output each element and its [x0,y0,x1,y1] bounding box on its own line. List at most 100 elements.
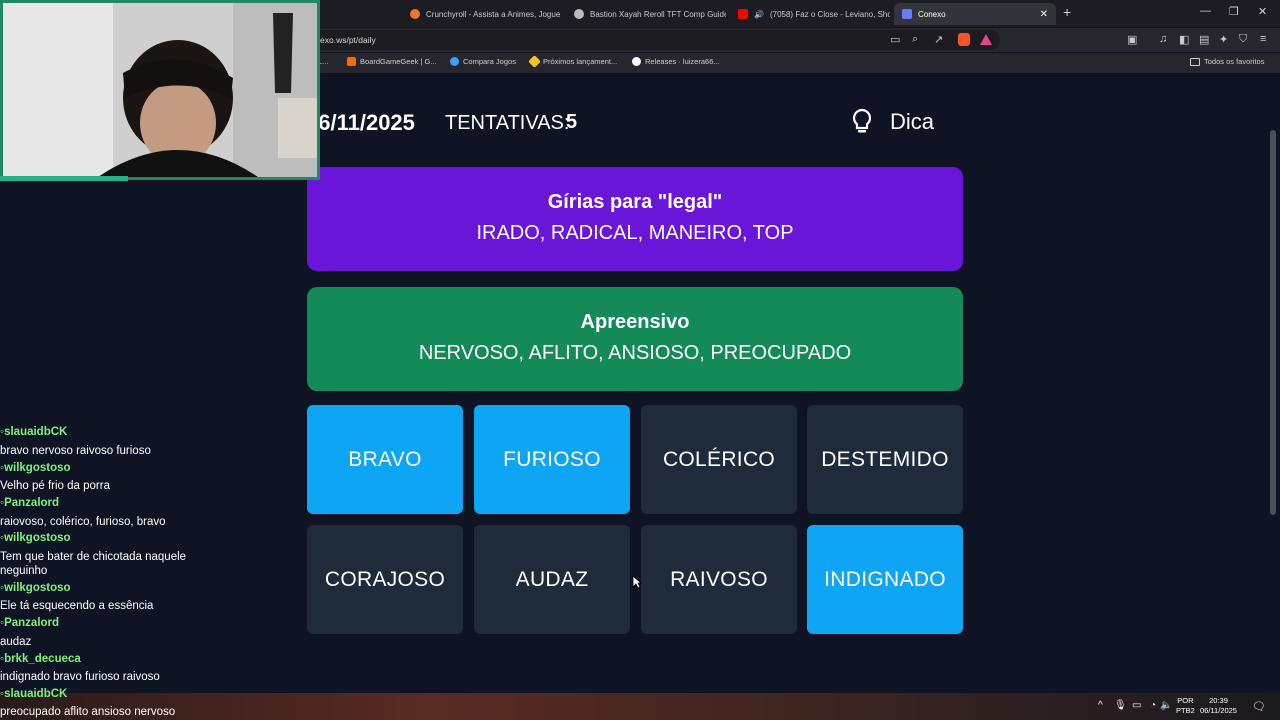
webcam-accent-bar [0,176,128,181]
boardgamegeek-icon [347,57,356,66]
tab-conexo[interactable]: Conexo ✕ [894,3,1056,25]
speaker-icon[interactable]: 🔊 [754,10,764,19]
hint-button[interactable]: Dica [850,108,934,136]
tab-bastion[interactable]: Bastion Xayah Reroll TFT Comp Guide [566,3,726,25]
hint-label: Dica [890,109,935,134]
close-tab-icon[interactable]: ✕ [1040,9,1048,20]
brave-shield-icon[interactable] [958,33,970,46]
youtube-icon [738,9,748,19]
bookmark-label: Compara Jogos [463,57,516,66]
tab-crunchyroll[interactable]: Crunchyroll - Assista a Animes, Jogue [402,3,562,25]
chat-message: audaz [0,636,32,648]
group-words: IRADO, RADICAL, MANEIRO, TOP [476,222,794,244]
bookmark-label: BoardGameGeek | G... [360,57,437,66]
tile-word: COLÉRICO [662,447,776,471]
tab-label: Crunchyroll - Assista a Animes, Jogue [426,9,561,19]
close-window-icon[interactable]: ✕ [1258,5,1267,18]
crunchyroll-icon [410,9,420,19]
restore-icon[interactable]: ❐ [1229,5,1239,18]
brave-rewards-icon[interactable] [980,34,992,45]
vpn-icon[interactable]: ⛉ [1239,33,1247,46]
sidebar-icon[interactable]: ▣ [1127,33,1137,46]
bookmark-label: Próximos lançament... [543,57,618,66]
attempts-label: TENTATIVAS: [445,112,570,134]
tile-word: BRAVO [348,447,422,471]
word-tile[interactable]: FURIOSO [474,405,630,514]
chat-username: ◦wilkgostoso [0,462,71,474]
tile-word: FURIOSO [503,447,601,471]
word-tile[interactable]: CORAJOSO [307,525,463,634]
chat-message: indignado bravo furioso raivoso [0,671,160,683]
cast-icon[interactable]: ▭ [890,33,900,46]
compara-jogos-icon [450,57,459,66]
share-icon[interactable]: ↗ [934,33,943,46]
folder-icon [1190,57,1200,66]
game-date: 06/11/2025 [306,110,415,135]
solved-group-2: Apreensivo NERVOSO, AFLITO, ANSIOSO, PRE… [307,287,963,391]
tray-chevron-icon[interactable]: ^ [1098,700,1103,711]
diamond-icon [528,55,541,68]
tile-word: INDIGNADO [824,567,946,591]
panel-icon[interactable]: ◧ [1179,33,1189,46]
zoom-icon[interactable]: ⌕ [912,33,918,46]
group-title: Gírias para "legal" [547,191,723,213]
word-tile[interactable]: COLÉRICO [641,405,797,514]
tab-label: Conexo [918,9,946,19]
url-text: exo.ws/pt/daily [320,35,376,45]
chat-message: preocupado aflito ansioso nervoso [0,706,176,718]
tile-word: AUDAZ [515,567,589,591]
bookmark-compara-jogos[interactable]: Compara Jogos [450,57,516,66]
chat-username: ◦slauaidbCK [0,426,68,438]
tab-label: Bastion Xayah Reroll TFT Comp Guide [590,9,726,19]
chat-username: ◦wilkgostoso [0,582,71,594]
page-icon [574,9,584,19]
word-tile[interactable]: INDIGNADO [807,525,963,634]
github-icon [632,57,641,66]
language-indicator[interactable]: POR PTB2 [1176,696,1195,716]
chat-username: ◦slauaidbCK [0,688,68,700]
word-tile[interactable]: DESTEMIDO [807,405,963,514]
word-tile[interactable]: AUDAZ [474,525,630,634]
favorites-label: Todos os favoritos [1204,57,1265,66]
webcam-overlay [0,0,320,180]
menu-icon[interactable]: ≡ [1260,33,1266,45]
word-tile[interactable]: BRAVO [307,405,463,514]
conexo-icon [902,9,912,19]
tile-word: DESTEMIDO [821,447,949,471]
wifi-icon[interactable]: ◔ [1150,700,1156,711]
volume-icon[interactable]: 🔈 [1160,700,1172,711]
chat-username: ◦wilkgostoso [0,532,71,544]
page-scrollbar[interactable] [1270,130,1276,515]
wallet-icon[interactable]: ▤ [1199,33,1209,46]
word-tile[interactable]: RAIVOSO [641,525,797,634]
tab-youtube[interactable]: 🔊 (7058) Faz o Close - Leviano, Sho [730,3,890,25]
tab-label: (7058) Faz o Close - Leviano, Sho [769,9,890,19]
clock-time: 20:39 [1209,696,1228,705]
windows-taskbar [0,693,1280,720]
chat-message: Tem que bater de chicotada naquele negui… [0,551,187,577]
bookmark-releases[interactable]: Releases · luizera66... [632,57,720,66]
lightbulb-icon [852,108,872,133]
group-words: NERVOSO, AFLITO, ANSIOSO, PREOCUPADO [418,342,852,364]
clock[interactable]: 20:39 06/11/2025 [1200,696,1237,716]
notification-icon[interactable]: 🗨 [1252,700,1266,713]
network-icon[interactable]: ▭ [1132,700,1141,711]
tile-word: RAIVOSO [670,567,768,591]
chat-message: Ele tá esquecendo a essência [0,600,154,612]
attempts-value: 5 [566,111,578,133]
music-icon[interactable]: ♫ [1159,33,1167,45]
minimize-icon[interactable]: — [1200,5,1211,17]
chat-message: raiovoso, colérico, furioso, bravo [0,516,166,528]
bookmark-favorites-folder[interactable]: Todos os favoritos [1190,57,1264,66]
bookmark-boardgamegeek[interactable]: BoardGameGeek | G... [347,57,437,66]
bookmark-label: Releases · luizera66... [645,57,720,66]
solved-group-1: Gírias para "legal" IRADO, RADICAL, MANE… [307,167,963,271]
new-tab-button[interactable]: + [1063,4,1071,20]
microphone-icon[interactable]: 🎙 [1114,700,1127,711]
chat-message: Velho pé frio da porra [0,480,110,492]
keyboard-layout: PTB2 [1176,706,1195,715]
clock-date: 06/11/2025 [1200,706,1237,715]
chat-message: bravo nervoso raivoso furioso [0,445,151,457]
bookmark-proximos-lancamentos[interactable]: Próximos lançament... [528,55,618,68]
leo-ai-icon[interactable]: ✦ [1219,33,1228,46]
